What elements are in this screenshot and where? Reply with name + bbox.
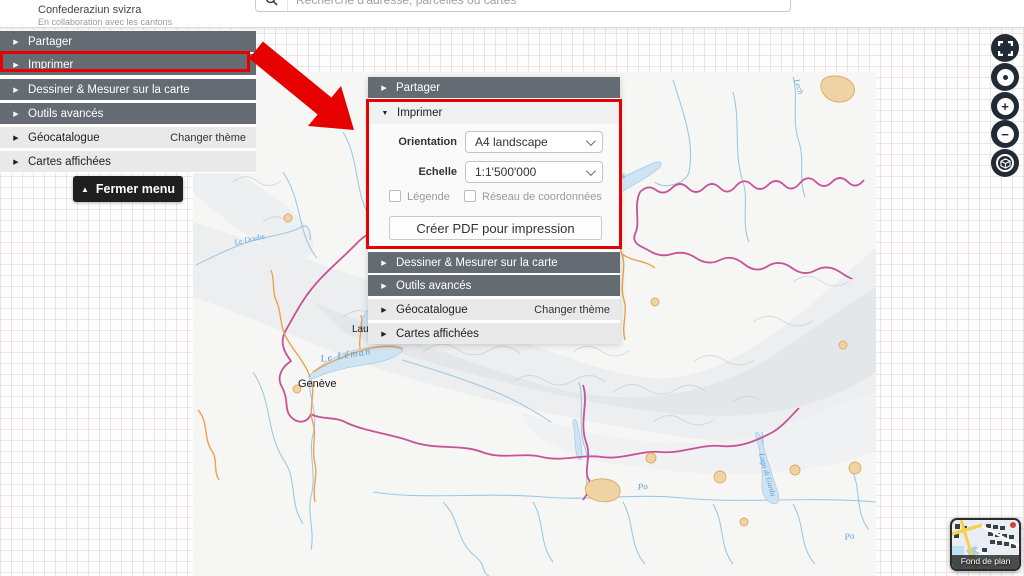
map-label-po: Po: [636, 481, 648, 492]
basemap-thumbnail: Fond de plan: [952, 520, 1019, 569]
panel-item-label: Partager: [396, 81, 441, 94]
print-form: Orientation A4 landscape Echelle 1:1'500…: [369, 124, 619, 246]
logo-line: Confederaziun svizra: [38, 3, 142, 16]
geolocate-icon: [996, 68, 1014, 86]
map-label-geneva: Genève: [298, 378, 337, 390]
triangle-right-icon: ▶: [13, 61, 19, 69]
sidebar-item-cartes-affichees[interactable]: ▶ Cartes affichées: [0, 151, 256, 172]
coordinate-grid-checkbox-label: Réseau de coordonnées: [482, 191, 602, 203]
search-icon[interactable]: [256, 0, 288, 11]
panel-item-label: Cartes affichées: [396, 327, 479, 340]
print-section-highlighted: ▼ Imprimer Orientation A4 landscape Eche…: [366, 99, 622, 249]
changer-theme-link[interactable]: Changer thème: [534, 304, 610, 316]
zoom-out-icon: −: [996, 125, 1014, 143]
triangle-right-icon: ▶: [13, 134, 19, 142]
sidebar-item-geocatalogue[interactable]: ▶ Géocatalogue Changer thème: [0, 127, 256, 148]
fullscreen-button[interactable]: [991, 34, 1019, 62]
sidebar-item-label: Géocatalogue: [28, 131, 100, 144]
panel-item-label: Géocatalogue: [396, 303, 468, 316]
triangle-right-icon: ▶: [381, 84, 387, 92]
close-menu-button[interactable]: ▲ Fermer menu: [73, 176, 183, 202]
panel-item-dessiner[interactable]: ▶ Dessiner & Mesurer sur la carte: [368, 252, 620, 273]
legend-checkbox-label: Légende: [407, 191, 450, 203]
sidebar-item-dessiner[interactable]: ▶ Dessiner & Mesurer sur la carte: [0, 79, 256, 100]
sidebar-item-imprimer[interactable]: ▶ Imprimer: [0, 54, 256, 75]
panel-item-outils[interactable]: ▶ Outils avancés: [368, 275, 620, 296]
orientation-label: Orientation: [398, 136, 457, 148]
logo-subline: En collaboration avec les cantons: [38, 17, 173, 28]
panel-item-geocatalogue[interactable]: ▶ Géocatalogue Changer thème: [368, 299, 620, 320]
orientation-select[interactable]: A4 landscape: [465, 131, 603, 153]
panel-item-partager[interactable]: ▶ Partager: [368, 77, 620, 98]
triangle-right-icon: ▶: [13, 158, 19, 166]
scale-value: 1:1'500'000: [475, 165, 537, 179]
triangle-down-icon: ▼: [381, 109, 389, 117]
sidebar-item-label: Imprimer: [28, 58, 74, 71]
zoom-in-button[interactable]: +: [991, 92, 1019, 120]
triangle-right-icon: ▶: [13, 86, 19, 94]
triangle-right-icon: ▶: [381, 306, 387, 314]
basemap-selector[interactable]: Fond de plan: [950, 518, 1021, 571]
triangle-right-icon: ▶: [381, 282, 387, 290]
panel-item-label: Imprimer: [397, 107, 443, 119]
chevron-down-icon: [585, 165, 596, 176]
sidebar-item-label: Dessiner & Mesurer sur la carte: [28, 83, 190, 96]
search-input[interactable]: [288, 0, 790, 11]
changer-theme-link[interactable]: Changer thème: [170, 132, 246, 144]
legend-checkbox[interactable]: [389, 190, 401, 202]
geolocate-button[interactable]: [991, 63, 1019, 91]
create-pdf-button[interactable]: Créer PDF pour impression: [389, 216, 602, 240]
top-header: Confederazione svizzera Confederaziun sv…: [0, 0, 1024, 28]
sidebar-item-label: Partager: [28, 35, 73, 48]
sidebar-item-label: Outils avancés: [28, 107, 104, 120]
zoom-out-button[interactable]: −: [991, 120, 1019, 148]
fullscreen-icon: [997, 40, 1013, 56]
sidebar-item-outils[interactable]: ▶ Outils avancés: [0, 103, 256, 124]
triangle-up-icon: ▲: [80, 184, 89, 194]
close-menu-label: Fermer menu: [95, 182, 176, 196]
panel-item-imprimer-expanded[interactable]: ▼ Imprimer: [369, 102, 619, 124]
tools-panel: ▶ Partager ▼ Imprimer Orientation A4 lan…: [366, 77, 622, 344]
coordinate-grid-checkbox[interactable]: [464, 190, 476, 202]
sidebar-item-partager[interactable]: ▶ Partager: [0, 31, 256, 52]
chevron-down-icon: [585, 135, 596, 146]
triangle-right-icon: ▶: [381, 330, 387, 338]
map-label-po2: Po: [843, 530, 856, 542]
orientation-value: A4 landscape: [475, 135, 548, 149]
triangle-right-icon: ▶: [13, 110, 19, 118]
scale-label: Echelle: [418, 166, 457, 178]
cube-3d-icon: [996, 154, 1014, 172]
sidebar-menu: ▶ Partager ▶ Imprimer ▶ Dessiner & Mesur…: [0, 30, 256, 173]
sidebar-item-label: Cartes affichées: [28, 155, 111, 168]
toggle-3d-button[interactable]: [991, 149, 1019, 177]
triangle-right-icon: ▶: [13, 38, 19, 46]
scale-select[interactable]: 1:1'500'000: [465, 161, 603, 183]
city-milano: [584, 478, 621, 503]
panel-item-cartes-affichees[interactable]: ▶ Cartes affichées: [368, 323, 620, 344]
panel-item-label: Dessiner & Mesurer sur la carte: [396, 256, 558, 269]
panel-item-label: Outils avancés: [396, 279, 472, 292]
basemap-label: Fond de plan: [960, 556, 1011, 566]
zoom-in-icon: +: [996, 97, 1014, 115]
confederation-logo-text: Confederazione svizzera Confederaziun sv…: [38, 0, 172, 28]
search-bar[interactable]: [255, 0, 791, 12]
triangle-right-icon: ▶: [381, 259, 387, 267]
